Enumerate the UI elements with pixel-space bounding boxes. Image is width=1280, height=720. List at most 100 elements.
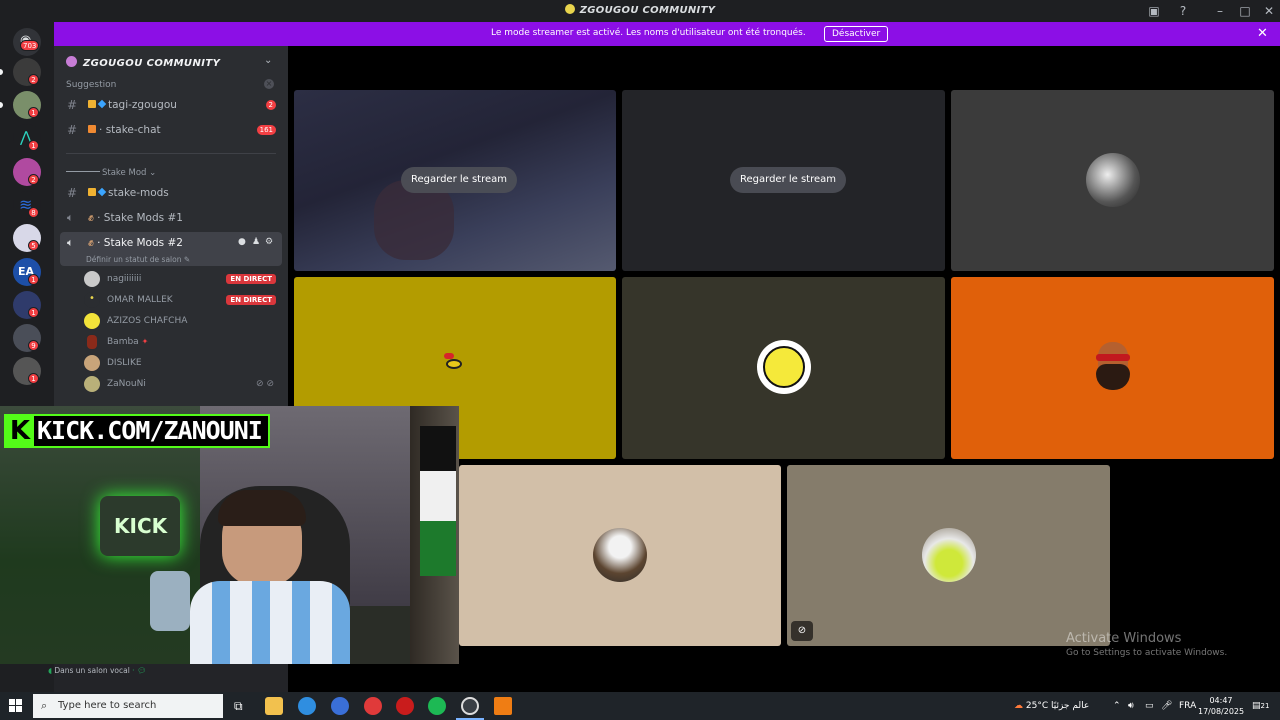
phone xyxy=(150,571,190,631)
kick-channel-banner: K KICK.COM/ZANOUNI xyxy=(4,414,270,448)
voice-member[interactable]: DISLIKE xyxy=(84,353,280,373)
server-header[interactable]: ZGOUGOU COMMUNITY xyxy=(66,56,220,69)
banner-close-icon[interactable]: ✕ xyxy=(1257,26,1268,41)
voice-member[interactable]: ZaNouNi ⊘ ⊘ xyxy=(84,374,280,394)
camera-off-icon: ⊘ xyxy=(791,621,813,641)
text-channel-icon: # xyxy=(67,123,78,137)
taskbar: ⌕ Type here to search ⧉ ☁ 25°C عالم جزئيً… xyxy=(0,692,1280,720)
channel-label-wrap: ✊︎ · Stake Mods #2 xyxy=(88,237,183,249)
help-icon[interactable]: ? xyxy=(1175,3,1191,19)
activate-windows-watermark: Activate Windows Go to Settings to activ… xyxy=(1066,631,1227,658)
invite-icon[interactable]: ♟ xyxy=(252,237,260,247)
member-name: OMAR MALLEK xyxy=(107,295,173,305)
task-view-icon[interactable]: ⧉ xyxy=(234,692,243,720)
volume-icon[interactable]: 🔊︎ xyxy=(1128,692,1134,720)
spotify-icon[interactable] xyxy=(428,697,446,715)
channel-label: Stake Mods #2 xyxy=(103,237,183,249)
clock-time: 04:47 xyxy=(1209,696,1233,705)
inbox-icon[interactable]: ▣ xyxy=(1146,3,1162,19)
flex-icon: ✊︎ xyxy=(88,237,94,249)
channel-label-wrap: tagi-zgougou xyxy=(88,94,177,116)
title-bar: ZGOUGOU COMMUNITY ▣ ? – □ ✕ xyxy=(0,0,1280,22)
voice-member[interactable]: • OMAR MALLEK EN DIRECT xyxy=(84,290,280,310)
lock-icon xyxy=(88,100,96,108)
watch-stream-button[interactable]: Regarder le stream xyxy=(401,167,518,193)
network-icon[interactable]: ▭ xyxy=(1145,692,1154,720)
voice-member[interactable]: AZIZOS CHAFCHA xyxy=(84,311,280,331)
close-window-icon[interactable]: ✕ xyxy=(1261,3,1277,19)
chrome-icon[interactable] xyxy=(331,697,349,715)
edge-icon[interactable] xyxy=(298,697,316,715)
voice-member[interactable]: nagiiiiiii EN DIRECT xyxy=(84,269,280,289)
user-tile-4[interactable] xyxy=(951,277,1274,459)
taskbar-search-input[interactable]: ⌕ Type here to search xyxy=(33,694,223,718)
obs-icon[interactable] xyxy=(461,697,479,715)
voice-channel-stake-mods-1[interactable]: 🔈︎ ✊︎ · Stake Mods #1 xyxy=(60,207,282,229)
chat-icon[interactable]: ● xyxy=(238,237,246,247)
dismiss-suggestion-icon[interactable]: × xyxy=(264,79,274,89)
voice-member[interactable]: Bamba ✦ xyxy=(84,332,280,352)
user-tile-3[interactable] xyxy=(622,277,945,459)
server-badge: 1 xyxy=(28,274,39,285)
text-channel-icon: # xyxy=(67,98,78,112)
diamond-icon xyxy=(97,99,107,109)
app-red-icon[interactable] xyxy=(364,697,382,715)
language-indicator[interactable]: FRA xyxy=(1179,692,1196,720)
server-badge: 8 xyxy=(28,207,39,218)
unread-pill xyxy=(0,69,3,75)
kick-url: KICK.COM/ZANOUNI xyxy=(37,416,263,445)
notification-count: 21 xyxy=(1260,702,1270,710)
settings-gear-icon[interactable]: ⚙ xyxy=(265,237,273,247)
text-channel-icon: # xyxy=(67,186,78,200)
category-stake-mod[interactable]: Stake Mod ⌄ xyxy=(66,168,156,178)
channel-label-wrap: · stake-chat xyxy=(88,119,161,141)
stream-tile-2[interactable]: Regarder le stream xyxy=(622,90,945,271)
window-title: ZGOUGOU COMMUNITY xyxy=(0,4,1280,16)
stream-tile-1[interactable]: Regarder le stream xyxy=(294,90,616,271)
user-tile-5[interactable] xyxy=(459,465,781,646)
disable-streamer-mode-button[interactable]: Désactiver xyxy=(824,26,889,42)
watermark-title: Activate Windows xyxy=(1066,631,1182,646)
minimize-icon[interactable]: – xyxy=(1212,3,1228,19)
avatar xyxy=(922,528,976,582)
channel-stake-chat[interactable]: # · stake-chat 161 xyxy=(60,119,282,141)
watch-stream-button[interactable]: Regarder le stream xyxy=(730,167,847,193)
muted-deafened-icons: ⊘ ⊘ xyxy=(256,379,274,389)
notification-center[interactable]: ▤21 xyxy=(1252,692,1269,720)
chevron-down-icon[interactable]: ⌄ xyxy=(264,55,272,66)
avatar xyxy=(84,313,100,329)
channel-status[interactable]: Définir un statut de salon ✎ xyxy=(86,255,190,264)
speaker-icon: 🔈︎ xyxy=(67,211,74,224)
suggestion-label: Suggestion xyxy=(66,80,117,90)
gift-icon xyxy=(88,125,96,133)
cam-flag xyxy=(420,426,456,576)
kick-logo-icon: K xyxy=(6,416,34,446)
microphone-icon[interactable]: 🎤︎ xyxy=(1161,692,1172,720)
user-tile-6[interactable]: ⊘ xyxy=(787,465,1110,646)
discord-window: ZGOUGOU COMMUNITY ▣ ? – □ ✕ Le mode stre… xyxy=(0,0,1280,720)
server-badge: 9 xyxy=(28,340,39,351)
maximize-icon[interactable]: □ xyxy=(1237,3,1253,19)
clock[interactable]: 04:47 17/08/2025 xyxy=(1198,695,1244,717)
watermark-subtitle: Go to Settings to activate Windows. xyxy=(1066,648,1228,658)
user-tile-1[interactable] xyxy=(951,90,1274,271)
show-hidden-icons[interactable]: ⌃ xyxy=(1113,692,1121,720)
channel-tagi-zgougou[interactable]: # tagi-zgougou 2 xyxy=(60,94,282,116)
member-name: AZIZOS CHAFCHA xyxy=(107,316,188,326)
member-name: nagiiiiiii xyxy=(107,274,142,284)
diamond-icon xyxy=(97,187,107,197)
avatar xyxy=(593,528,647,582)
windows-start-icon[interactable] xyxy=(9,699,23,713)
server-icon xyxy=(564,4,575,14)
channel-status-text: Définir un statut de salon xyxy=(86,255,182,264)
app-orange-icon[interactable] xyxy=(494,697,512,715)
banner-text: Le mode streamer est activé. Les noms d'… xyxy=(491,28,806,38)
member-name: Bamba xyxy=(107,337,139,347)
mention-count: 161 xyxy=(256,125,276,135)
channel-stake-mods[interactable]: # stake-mods xyxy=(60,182,282,204)
channel-label-wrap: ✊︎ · Stake Mods #1 xyxy=(88,212,183,224)
file-explorer-icon[interactable] xyxy=(265,697,283,715)
home-badge: 703 xyxy=(20,40,40,51)
weather-widget[interactable]: ☁ 25°C عالم جزئيًا xyxy=(1014,692,1089,720)
opera-icon[interactable] xyxy=(396,697,414,715)
